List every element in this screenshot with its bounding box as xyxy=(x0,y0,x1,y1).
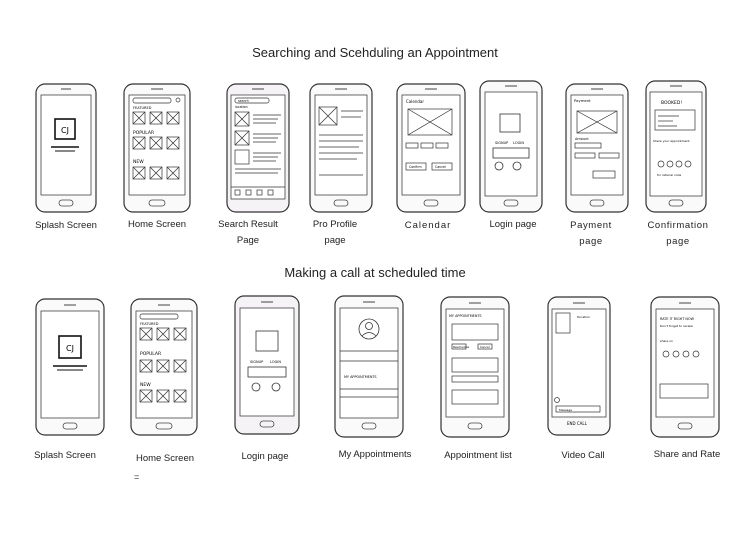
svg-text:Message: Message xyxy=(559,408,572,412)
caption-line-2: Page xyxy=(236,235,260,246)
svg-text:NEW: NEW xyxy=(140,382,151,388)
caption-line: Home Screen xyxy=(135,453,195,464)
wireframe-login-page: SIGNUP LOGIN xyxy=(479,80,543,213)
svg-text:Calendar: Calendar xyxy=(406,99,424,104)
wireframe-calendar: Calendar Confirm Cancel xyxy=(396,83,466,213)
caption-login-page-1: Login page xyxy=(473,217,553,233)
caption-search-result-page: Search Result Page xyxy=(208,217,288,249)
svg-text:Don't forget to review: Don't forget to review xyxy=(660,324,693,328)
wireframe-video-call: Duration Message END CALL xyxy=(547,296,611,436)
svg-text:Payment: Payment xyxy=(574,98,591,103)
svg-text:MY APPOINTMENTS: MY APPOINTMENTS xyxy=(344,375,377,379)
svg-text:SIGNUP: SIGNUP xyxy=(250,360,263,364)
caption-line-2: page xyxy=(666,236,690,247)
svg-text:Cancel: Cancel xyxy=(480,345,490,349)
svg-text:search: search xyxy=(238,99,249,103)
svg-text:POPULAR: POPULAR xyxy=(133,130,154,136)
caption-line: Login page xyxy=(241,451,289,462)
svg-text:BOOKED!: BOOKED! xyxy=(661,100,682,106)
svg-text:MY APPOINTMENTS: MY APPOINTMENTS xyxy=(449,314,482,318)
stray-mark: = xyxy=(134,472,140,482)
logo-text: CJ xyxy=(61,126,69,135)
caption-video-call: Video Call xyxy=(543,448,623,464)
wireframe-splash-screen: CJ xyxy=(35,83,97,213)
caption-line: Video Call xyxy=(561,450,605,461)
svg-text:FEATURED: FEATURED xyxy=(133,106,152,110)
section-title-calling: Making a call at scheduled time xyxy=(284,265,466,280)
caption-line: Splash Screen xyxy=(34,450,96,461)
svg-text:FEATURED: FEATURED xyxy=(140,322,159,326)
svg-text:LOGIN: LOGIN xyxy=(513,141,524,145)
svg-text:CJ: CJ xyxy=(66,344,74,353)
wireframe-home-screen-2: FEATURED POPULAR NEW xyxy=(130,298,198,436)
caption-login-page-2: Login page xyxy=(225,449,305,465)
wireframe-pro-profile-page xyxy=(309,83,373,213)
svg-text:SIGNUP: SIGNUP xyxy=(495,141,508,145)
section-title-scheduling: Searching and Scehduling an Appointment xyxy=(252,45,498,60)
caption-line-2: page xyxy=(579,236,603,247)
caption-calendar: Calendar xyxy=(388,218,468,234)
svg-text:share on: share on xyxy=(660,339,673,343)
svg-text:POPULAR: POPULAR xyxy=(140,351,161,357)
caption-home-screen-2: Home Screen xyxy=(125,451,205,467)
caption-my-appointments: My Appointments xyxy=(330,447,420,463)
svg-text:location: location xyxy=(235,105,248,109)
wireframe-payment-page: Payment Amount xyxy=(565,83,629,213)
wireframe-splash-screen-2: CJ xyxy=(35,298,105,436)
wireframe-appointment-list: MY APPOINTMENTS Reschedule Cancel xyxy=(440,296,510,438)
svg-text:NEW: NEW xyxy=(133,159,144,165)
caption-line: Home Screen xyxy=(127,219,187,230)
svg-text:Amount: Amount xyxy=(575,137,589,141)
caption-splash-screen-2: Splash Screen xyxy=(25,448,105,464)
wireframe-my-appointments: MY APPOINTMENTS xyxy=(334,295,404,438)
caption-share-and-rate: Share and Rate xyxy=(647,447,727,463)
caption-home-screen-1: Home Screen xyxy=(117,217,197,233)
caption-line: Calendar xyxy=(404,220,452,231)
wireframe-home-screen: FEATURED POPULAR NEW xyxy=(123,83,191,213)
caption-line-2: page xyxy=(324,235,346,246)
caption-line: Login page xyxy=(489,219,537,230)
wireframe-share-and-rate: RATE IT RIGHT NOW Don't forget to review… xyxy=(650,296,720,438)
caption-line: My Appointments xyxy=(338,449,412,460)
wireframe-search-result-page: search location xyxy=(226,83,290,213)
caption-line: Search Result xyxy=(218,219,278,230)
svg-text:for referral code: for referral code xyxy=(657,173,681,177)
caption-pro-profile-page: Pro Profile page xyxy=(295,217,375,249)
caption-payment-page: Payment page xyxy=(551,218,631,250)
caption-line: Pro Profile xyxy=(312,219,358,230)
caption-line: Share and Rate xyxy=(653,449,721,460)
caption-appointment-list: Appointment list xyxy=(433,448,523,464)
wireframe-login-page-2: SIGNUP LOGIN xyxy=(234,295,300,435)
svg-text:Duration: Duration xyxy=(577,315,590,319)
caption-line: Splash Screen xyxy=(35,220,97,231)
caption-splash-screen-1: Splash Screen xyxy=(26,218,106,234)
wireframe-confirmation-page: BOOKED! Share your appointment for refer… xyxy=(645,80,707,213)
caption-line: Payment xyxy=(570,220,612,231)
svg-text:Share your appointment: Share your appointment xyxy=(653,139,690,143)
caption-line: Confirmation xyxy=(647,220,709,231)
svg-text:Reschedule: Reschedule xyxy=(453,345,469,349)
svg-text:END CALL: END CALL xyxy=(567,421,588,426)
svg-text:LOGIN: LOGIN xyxy=(270,360,281,364)
svg-text:Cancel: Cancel xyxy=(435,165,446,169)
svg-text:RATE IT RIGHT NOW: RATE IT RIGHT NOW xyxy=(660,317,695,321)
svg-text:Confirm: Confirm xyxy=(409,165,422,169)
caption-confirmation-page: Confirmation page xyxy=(638,218,718,250)
caption-line: Appointment list xyxy=(444,450,512,461)
